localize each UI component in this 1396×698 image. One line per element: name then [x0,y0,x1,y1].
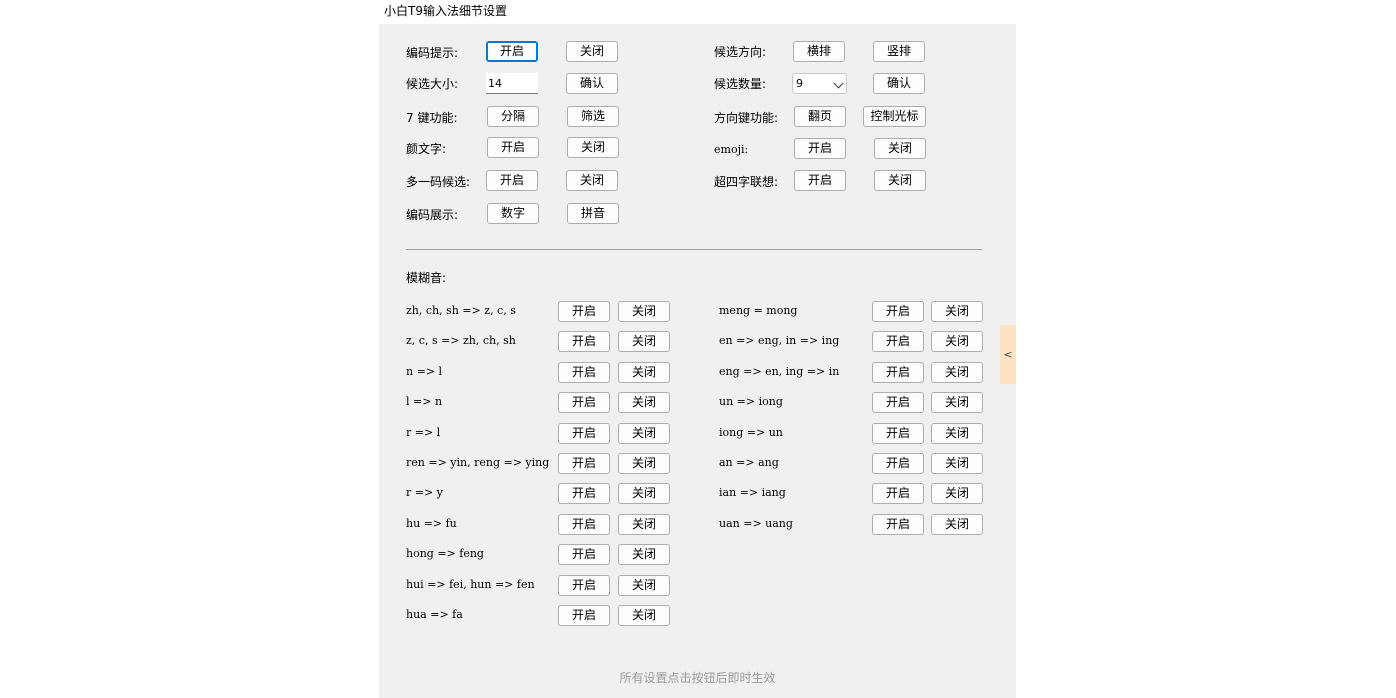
fuzzy-rule-label: iong => un [719,425,783,439]
fuzzy-on-button[interactable]: 开启 [558,331,610,353]
fuzzy-off-button[interactable]: 关闭 [931,301,983,322]
fuzzy-off-button[interactable]: 关闭 [931,453,983,474]
fuzzy-on-button[interactable]: 开启 [558,422,610,444]
fuzzy-on-button[interactable]: 开启 [558,574,610,596]
code-display-pinyin-button[interactable]: 拼音 [567,203,619,224]
candidate-count-select[interactable]: 9 [792,73,847,94]
emoji-off-button[interactable]: 关闭 [874,138,926,159]
fuzzy-on-button[interactable]: 开启 [872,513,924,535]
direction-vertical-button[interactable]: 竖排 [873,41,925,62]
fuzzy-off-button[interactable]: 关闭 [618,574,670,596]
fuzzy-off-button[interactable]: 关闭 [931,483,983,505]
arrow-function-label: 方向键功能: [714,111,779,125]
fuzzy-rule-label: l => n [406,395,443,409]
collapse-tab[interactable]: < [1000,325,1016,384]
super-four-on-button[interactable]: 开启 [794,170,846,191]
fuzzy-off-button[interactable]: 关闭 [931,513,983,535]
fuzzy-on-button[interactable]: 开启 [558,361,610,383]
coding-hint-label: 编码提示: [406,46,459,60]
arrow-cursor-button[interactable]: 控制光标 [863,106,926,127]
fuzzy-rule-label: meng = mong [719,304,798,317]
fuzzy-rule-label: ian => iang [719,486,786,500]
fuzzy-on-button[interactable]: 开启 [558,605,610,626]
fuzzy-rule-label: hong => feng [406,547,484,561]
candidate-size-label: 候选大小: [406,77,459,91]
kaomoji-label: 颜文字: [406,142,447,156]
fuzzy-rule-label: n => l [406,364,443,378]
fuzzy-on-button[interactable]: 开启 [872,331,924,353]
key7-function-label: 7 键功能: [406,111,458,125]
fuzzy-heading: 模糊音: [406,271,447,285]
multi-code-off-button[interactable]: 关闭 [566,170,618,191]
fuzzy-rule-label: ren => yin, reng => ying [406,456,550,469]
fuzzy-rule-label: an => ang [719,456,779,469]
chevron-down-icon [833,78,844,89]
multi-code-on-button[interactable]: 开启 [486,170,538,191]
candidate-direction-label: 候选方向: [714,45,767,59]
coding-hint-off-button[interactable]: 关闭 [566,41,618,62]
fuzzy-rule-label: hua => fa [406,608,463,621]
kaomoji-off-button[interactable]: 关闭 [567,137,619,158]
fuzzy-off-button[interactable]: 关闭 [618,483,670,505]
fuzzy-on-button[interactable]: 开启 [558,544,610,566]
fuzzy-on-button[interactable]: 开启 [558,483,610,505]
settings-window: 小白T9输入法细节设置 编码提示: 开启 关闭 候选方向: 横排 竖排 候选大小… [379,0,1016,698]
fuzzy-on-button[interactable]: 开启 [872,392,924,414]
fuzzy-rule-label: r => y [406,486,443,500]
fuzzy-off-button[interactable]: 关闭 [618,301,670,322]
multi-code-label: 多一码候选: [406,175,471,189]
candidate-size-confirm-button[interactable]: 确认 [566,73,618,94]
fuzzy-rule-label: hui => fei, hun => fen [406,577,535,591]
coding-hint-on-button[interactable]: 开启 [486,41,538,62]
kaomoji-on-button[interactable]: 开启 [487,137,539,158]
code-display-digits-button[interactable]: 数字 [487,203,539,224]
fuzzy-off-button[interactable]: 关闭 [618,361,670,383]
fuzzy-rule-label: hu => fu [406,516,457,530]
fuzzy-off-button[interactable]: 关闭 [931,422,983,444]
fuzzy-off-button[interactable]: 关闭 [931,392,983,414]
section-divider [406,249,982,250]
fuzzy-on-button[interactable]: 开启 [872,361,924,383]
fuzzy-off-button[interactable]: 关闭 [618,605,670,626]
candidate-count-value: 9 [796,77,803,90]
fuzzy-on-button[interactable]: 开启 [872,483,924,505]
key7-separate-button[interactable]: 分隔 [487,106,539,127]
fuzzy-rule-label: eng => en, ing => in [719,364,840,378]
emoji-label: emoji: [714,143,749,156]
candidate-size-input[interactable]: 14 [486,73,538,94]
fuzzy-off-button[interactable]: 关闭 [618,392,670,414]
super-four-off-button[interactable]: 关闭 [874,170,926,191]
window-title: 小白T9输入法细节设置 [384,4,507,18]
fuzzy-on-button[interactable]: 开启 [558,301,610,322]
fuzzy-off-button[interactable]: 关闭 [618,513,670,535]
candidate-count-label: 候选数量: [714,77,767,91]
fuzzy-rule-label: un => iong [719,395,783,409]
key7-filter-button[interactable]: 筛选 [567,106,619,127]
fuzzy-rule-label: uan => uang [719,516,793,530]
fuzzy-rule-label: en => eng, in => ing [719,334,840,348]
arrow-page-button[interactable]: 翻页 [794,106,846,127]
fuzzy-on-button[interactable]: 开启 [558,513,610,535]
fuzzy-rule-label: zh, ch, sh => z, c, s [406,304,516,317]
fuzzy-on-button[interactable]: 开启 [872,422,924,444]
fuzzy-off-button[interactable]: 关闭 [931,331,983,353]
fuzzy-off-button[interactable]: 关闭 [931,361,983,383]
fuzzy-off-button[interactable]: 关闭 [618,331,670,353]
emoji-on-button[interactable]: 开启 [794,138,846,159]
title-bar: 小白T9输入法细节设置 [379,0,1016,24]
footer-note: 所有设置点击按钮后即时生效 [619,671,776,685]
fuzzy-off-button[interactable]: 关闭 [618,544,670,566]
fuzzy-on-button[interactable]: 开启 [558,453,610,474]
direction-horizontal-button[interactable]: 横排 [793,41,845,62]
fuzzy-on-button[interactable]: 开启 [558,392,610,414]
fuzzy-rule-label: r => l [406,425,441,439]
fuzzy-on-button[interactable]: 开启 [872,453,924,474]
fuzzy-off-button[interactable]: 关闭 [618,453,670,474]
candidate-count-confirm-button[interactable]: 确认 [873,73,925,94]
super-four-label: 超四字联想: [714,175,779,189]
fuzzy-on-button[interactable]: 开启 [872,301,924,322]
code-display-label: 编码展示: [406,208,459,222]
fuzzy-rule-label: z, c, s => zh, ch, sh [406,334,516,348]
fuzzy-off-button[interactable]: 关闭 [618,422,670,444]
